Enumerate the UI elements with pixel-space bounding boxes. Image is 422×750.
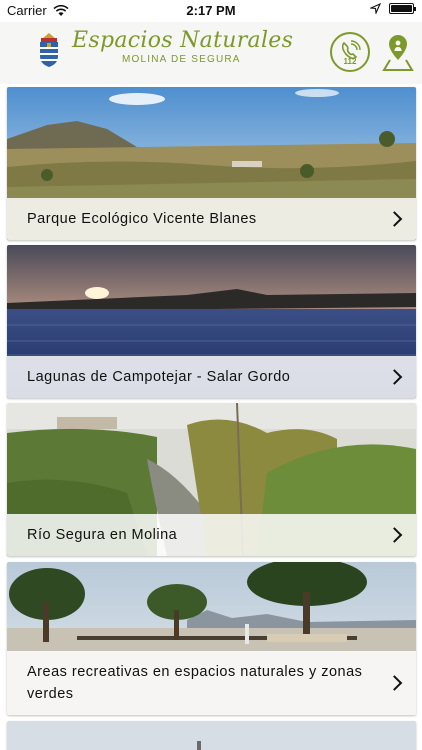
place-label: Parque Ecológico Vicente Blanes <box>27 211 257 227</box>
phone-icon <box>341 40 361 60</box>
emergency-call-button[interactable]: 112 <box>330 32 370 72</box>
place-label: Río Segura en Molina <box>27 527 178 543</box>
place-card-rio-segura[interactable]: Río Segura en Molina <box>7 403 416 556</box>
app-subtitle: MOLINA DE SEGURA <box>122 54 241 65</box>
landscape-photo <box>7 721 416 750</box>
app-header: Espacios Naturales MOLINA DE SEGURA 112 <box>0 22 422 84</box>
place-label: Lagunas de Campotejar - Salar Gordo <box>27 369 291 385</box>
app-title: Espacios Naturales <box>72 28 294 53</box>
status-time: 2:17 PM <box>186 3 236 18</box>
map-button[interactable] <box>378 32 418 72</box>
place-card-lagunas-campotejar[interactable]: Lagunas de Campotejar - Salar Gordo <box>7 245 416 398</box>
place-card-areas-recreativas[interactable]: Areas recreativas en espacios naturales … <box>7 562 416 715</box>
emergency-number: 112 <box>343 57 357 66</box>
coat-of-arms-icon <box>40 33 58 67</box>
map-pin-icon <box>382 35 414 71</box>
status-bar: Carrier 2:17 PM <box>0 0 422 22</box>
places-list: Parque Ecológico Vicente Blanes Lagunas … <box>0 84 422 750</box>
brand-logo: Espacios Naturales MOLINA DE SEGURA <box>72 28 294 65</box>
place-label: Areas recreativas en espacios naturales … <box>27 664 363 702</box>
battery-icon <box>389 3 416 14</box>
place-card-parque-ecologico[interactable]: Parque Ecológico Vicente Blanes <box>7 87 416 240</box>
place-card-partial[interactable] <box>7 721 416 750</box>
location-arrow-icon <box>370 3 381 14</box>
